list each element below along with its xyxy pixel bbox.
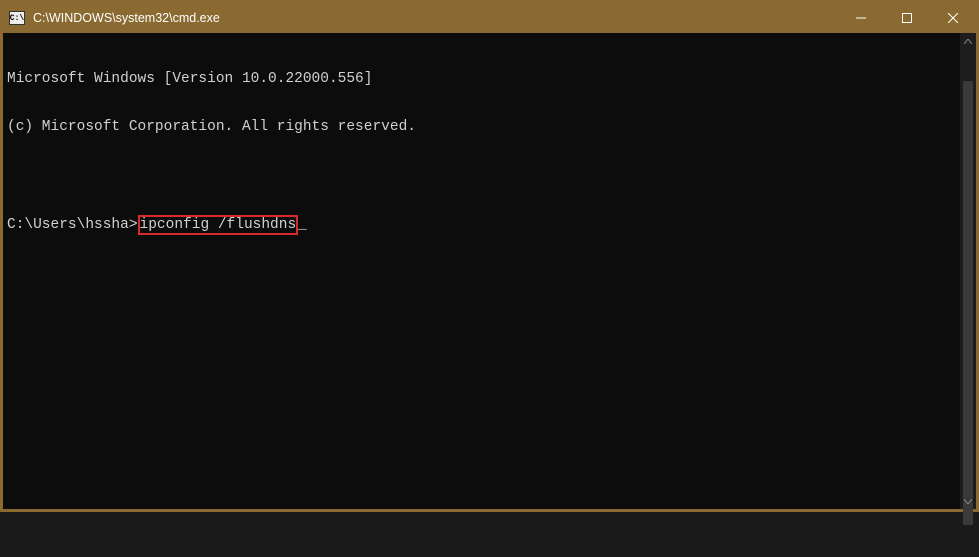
- command-text: ipconfig /flushdns: [140, 217, 297, 233]
- scroll-track[interactable]: [960, 49, 976, 493]
- cmd-window: C:\ C:\WINDOWS\system32\cmd.exe Microsof…: [0, 0, 979, 512]
- scroll-thumb[interactable]: [963, 81, 973, 525]
- minimize-icon: [856, 13, 866, 23]
- cmd-icon: C:\: [9, 11, 25, 25]
- window-controls: [838, 3, 976, 33]
- minimize-button[interactable]: [838, 3, 884, 33]
- window-title: C:\WINDOWS\system32\cmd.exe: [33, 11, 220, 25]
- terminal-blank-line: [7, 167, 972, 183]
- maximize-icon: [902, 13, 912, 23]
- titlebar[interactable]: C:\ C:\WINDOWS\system32\cmd.exe: [3, 3, 976, 33]
- close-icon: [948, 13, 958, 23]
- close-button[interactable]: [930, 3, 976, 33]
- terminal-body[interactable]: Microsoft Windows [Version 10.0.22000.55…: [3, 33, 976, 509]
- command-highlight: ipconfig /flushdns: [138, 215, 299, 235]
- scroll-down-arrow-icon[interactable]: [960, 493, 976, 509]
- vertical-scrollbar[interactable]: [960, 33, 976, 509]
- terminal-line: (c) Microsoft Corporation. All rights re…: [7, 119, 972, 135]
- terminal-prompt-line: C:\Users\hssha>ipconfig /flushdns_: [7, 215, 972, 235]
- terminal-line: Microsoft Windows [Version 10.0.22000.55…: [7, 71, 972, 87]
- maximize-button[interactable]: [884, 3, 930, 33]
- scroll-up-arrow-icon[interactable]: [960, 33, 976, 49]
- cursor: _: [298, 217, 307, 233]
- prompt-text: C:\Users\hssha>: [7, 217, 138, 233]
